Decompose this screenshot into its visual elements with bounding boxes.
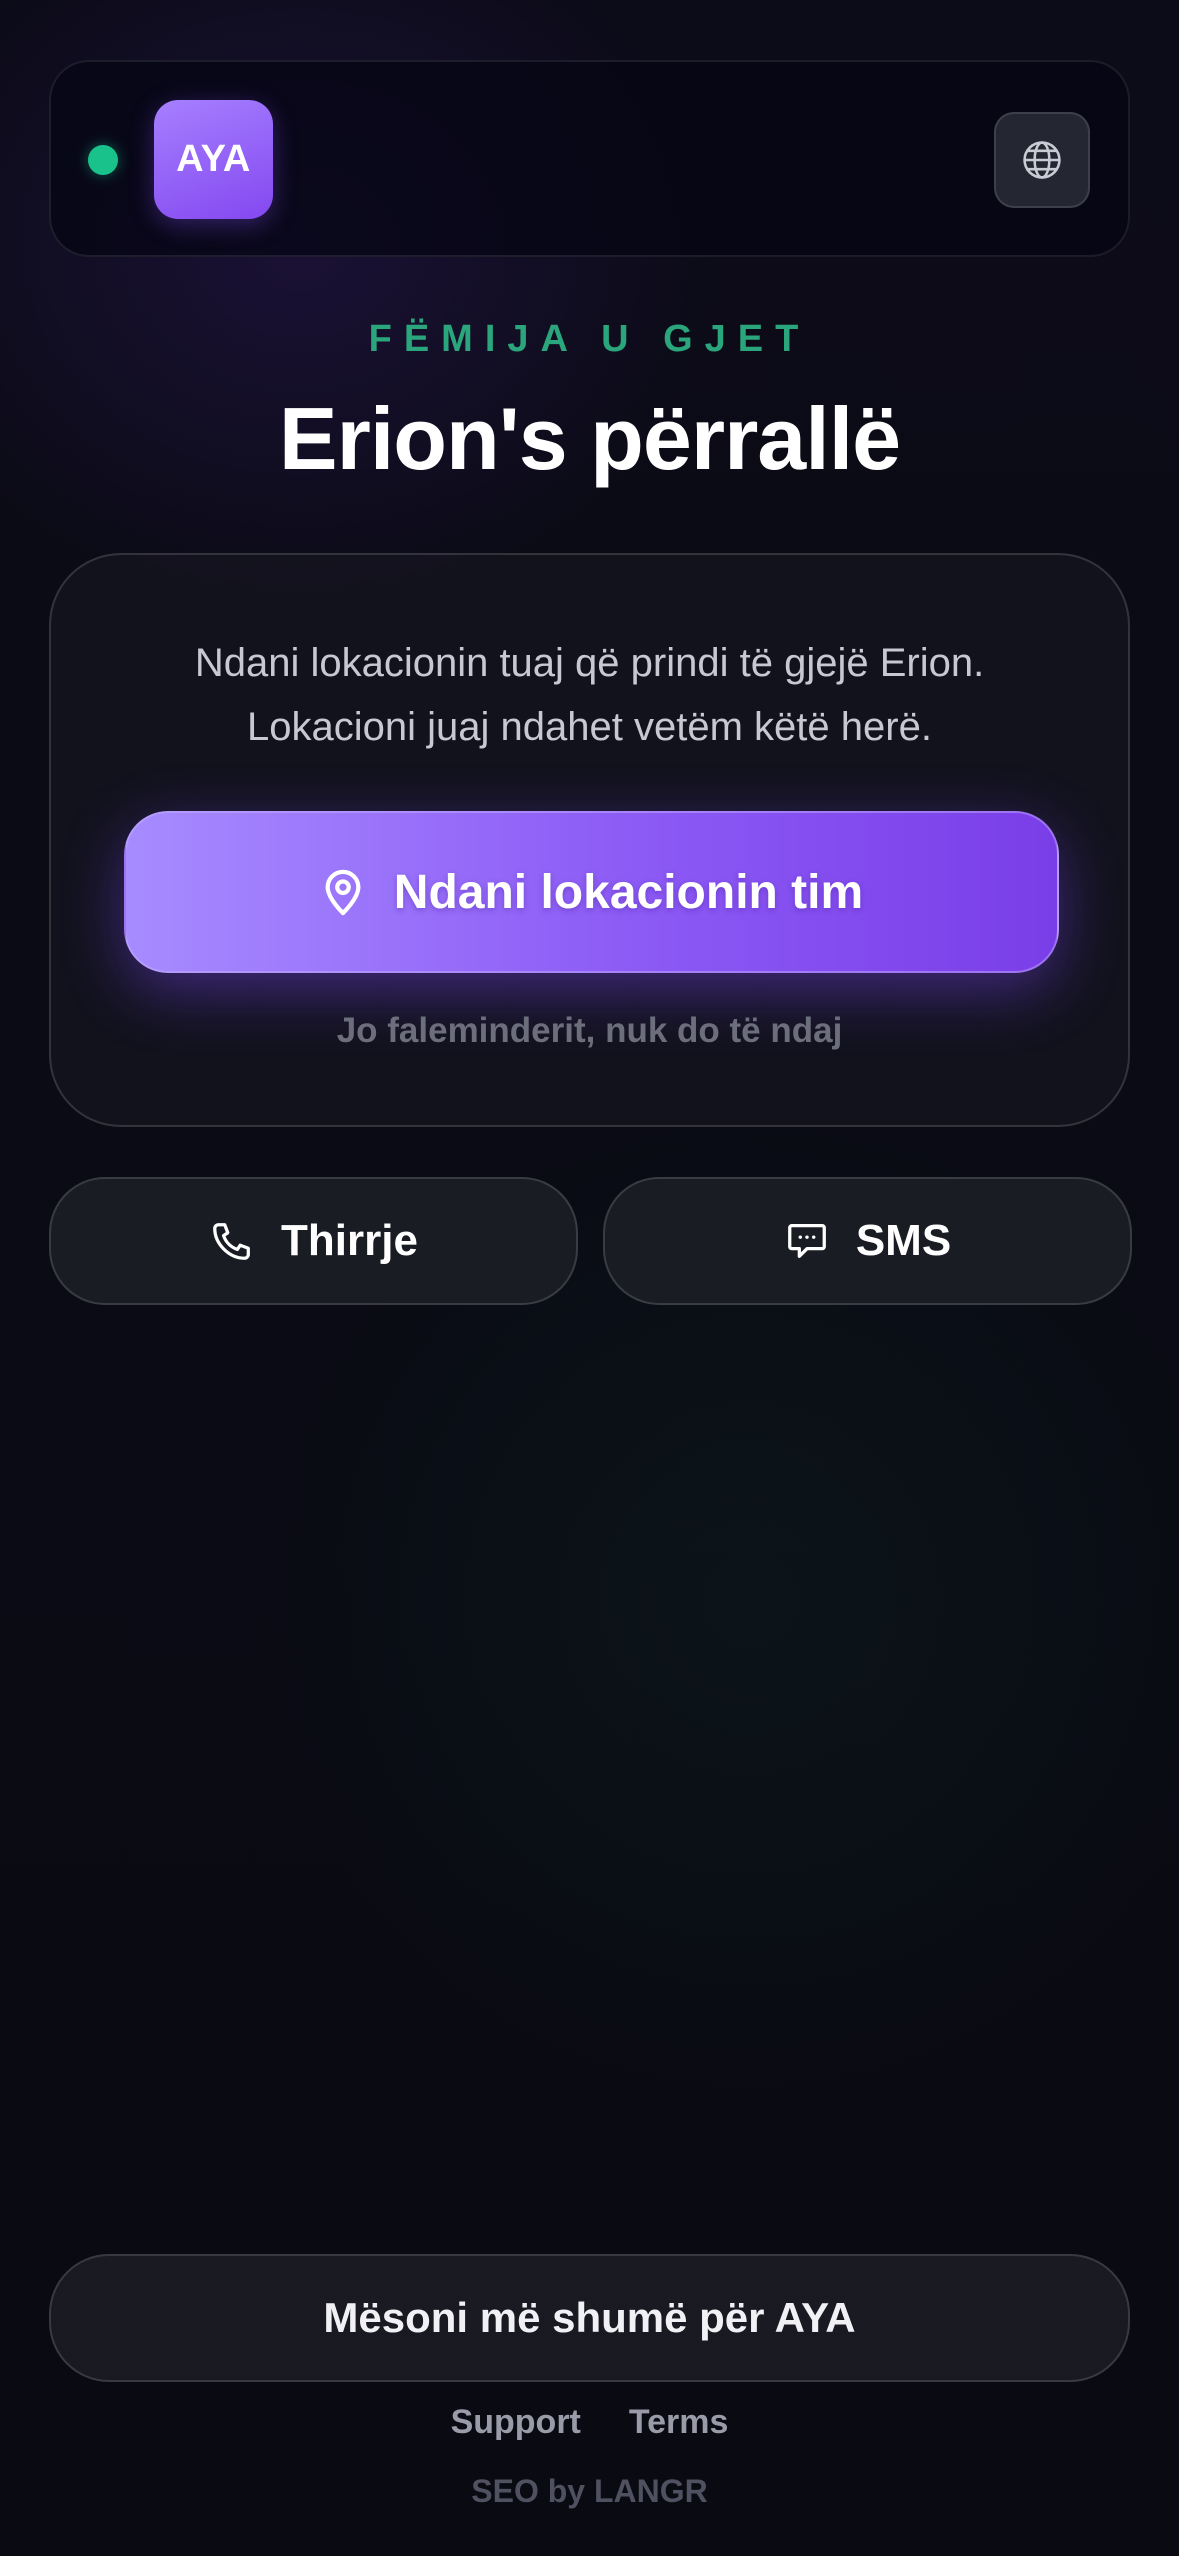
call-button[interactable]: Thirrje — [49, 1177, 578, 1305]
share-location-card: Ndani lokacionin tuaj që prindi të gjejë… — [49, 553, 1130, 1127]
description-line-1: Ndani lokacionin tuaj që prindi të gjejë… — [194, 641, 985, 685]
call-label: Thirrje — [281, 1216, 418, 1265]
description-line-2: Lokacioni juaj ndahet vetëm këtë herë. — [247, 705, 932, 749]
share-location-button[interactable]: Ndani lokacionin tim — [124, 811, 1059, 973]
app-logo[interactable]: AYA — [154, 100, 273, 219]
page: AYA FËMIJA U GJET Erion's përrallë Ndani… — [0, 0, 1179, 2556]
status-eyebrow: FËMIJA U GJET — [368, 318, 811, 360]
chat-bubble-icon — [787, 1224, 826, 1258]
card-description: Ndani lokacionin tuaj që prindi të gjejë… — [91, 631, 1088, 759]
language-button[interactable] — [994, 112, 1090, 208]
sms-button[interactable]: SMS — [603, 1177, 1132, 1305]
footer-links: Support Terms — [0, 2403, 1179, 2442]
phone-icon — [213, 1223, 250, 1260]
terms-link[interactable]: Terms — [629, 2403, 729, 2442]
share-location-label: Ndani lokacionin tim — [393, 865, 864, 919]
seo-credit: SEO by LANGR — [471, 2473, 708, 2509]
globe-icon — [1023, 141, 1061, 179]
map-pin-icon — [325, 869, 361, 916]
support-link[interactable]: Support — [451, 2403, 581, 2442]
learn-more-button[interactable]: Mësoni më shumë për AYA — [49, 2254, 1130, 2382]
sms-label: SMS — [855, 1216, 952, 1265]
page-title: Erion's përrallë — [278, 389, 901, 488]
decline-link[interactable]: Jo faleminderit, nuk do të ndaj — [51, 1011, 1128, 1051]
top-bar: AYA — [49, 60, 1130, 257]
status-indicator — [88, 145, 118, 175]
